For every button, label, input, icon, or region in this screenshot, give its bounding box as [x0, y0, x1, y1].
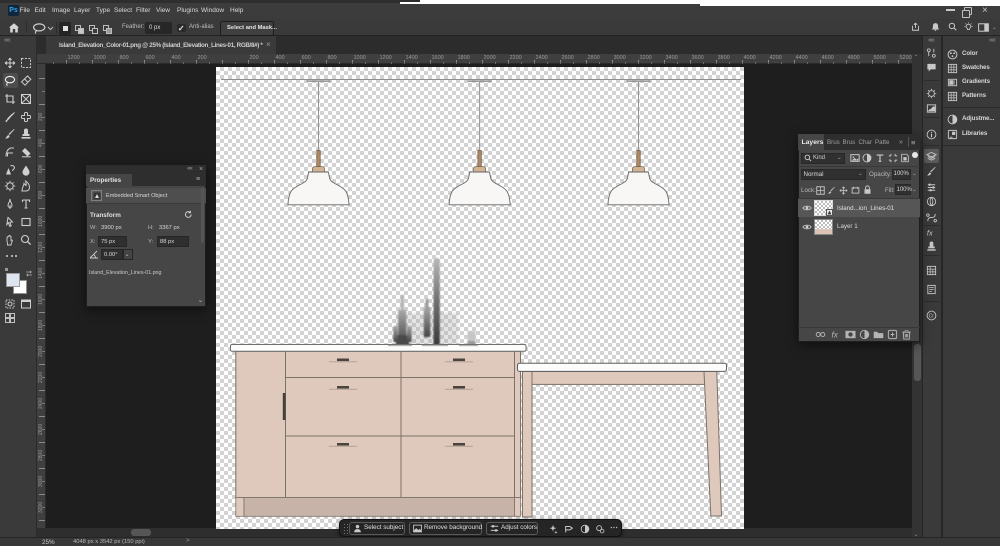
- svg-text:fx: fx: [926, 228, 932, 237]
- svg-text:Cr: Cr: [928, 313, 934, 319]
- svg-text:fx: fx: [831, 330, 838, 339]
